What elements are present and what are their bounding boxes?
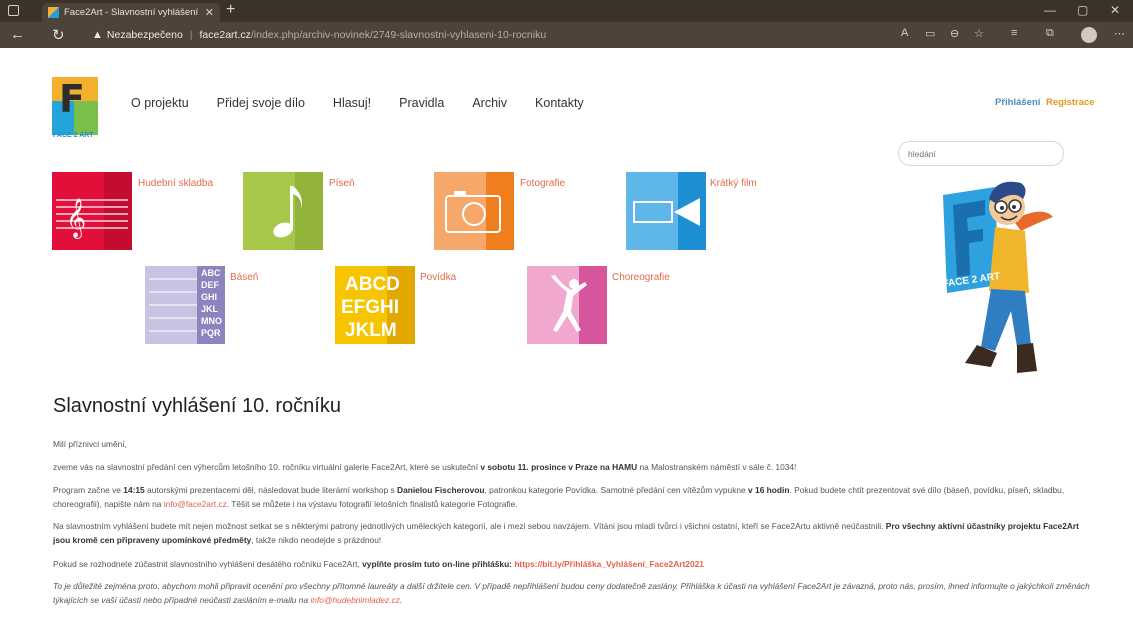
text: Pokud se rozhodnete zúčastnit slavnostní… — [53, 559, 363, 569]
main-menu: O projektu Přidej svoje dílo Hlasuj! Pra… — [131, 96, 612, 110]
tile-letters: ABCD — [345, 274, 400, 295]
email-link[interactable]: info@face2art.cz — [164, 499, 227, 509]
menu-item-pridej[interactable]: Přidej svoje dílo — [217, 96, 305, 110]
search-input[interactable] — [898, 141, 1064, 166]
highlight-text: vyplňte prosím tuto on-line přihlášku: — [362, 559, 512, 569]
category-label: Hudební skladba — [138, 178, 214, 189]
tile-letters: JKLM — [345, 320, 397, 341]
tab-close-icon[interactable]: ✕ — [205, 6, 214, 19]
logo-text: FACE 2 ART — [53, 132, 94, 139]
text: autorskými prezentacemi děl, následovat … — [144, 485, 398, 495]
zoom-icon[interactable]: ⊖ — [950, 27, 959, 40]
text: na Malostranském náměstí v sále č. 1034! — [637, 462, 797, 472]
email-link[interactable]: info@hudebnimladez.cz — [310, 595, 400, 605]
register-link[interactable]: Registrace — [1046, 97, 1095, 108]
article-paragraph-4: Pokud se rozhodnete zúčastnit slavnostní… — [53, 557, 1098, 571]
alphabet-icon: ABCD EFGHI JKLM — [335, 266, 415, 344]
text: Na slavnostním vyhlášení budete mít neje… — [53, 521, 886, 531]
event-date: v sobotu 11. prosince v Praze na HAMU — [480, 462, 638, 472]
security-label: Nezabezpečeno — [106, 29, 183, 41]
text: , takže nikdo neodejde s prázdnou! — [251, 535, 382, 545]
category-label: Choreografie — [612, 272, 670, 283]
music-note-icon — [243, 172, 323, 250]
article-paragraph-1: zveme vás na slavnostní předání cen výhe… — [53, 460, 1098, 474]
text: Program začne ve — [53, 485, 124, 495]
music-score-icon: 𝄞 — [52, 172, 132, 250]
tile-letters: ABC — [201, 268, 221, 278]
patron-name: Danielou Fischerovou — [397, 485, 485, 495]
favorites-icon[interactable]: ≡ — [1011, 27, 1017, 39]
minimize-icon[interactable]: — — [1044, 3, 1056, 17]
favicon-icon — [48, 7, 59, 18]
restore-icon[interactable]: ▢ — [1077, 3, 1088, 17]
favorite-add-icon[interactable]: ☆ — [974, 27, 984, 40]
article-paragraph-3: Na slavnostním vyhlášení budete mít neje… — [53, 519, 1098, 547]
menu-item-kontakty[interactable]: Kontakty — [535, 96, 584, 110]
url-domain: face2art.cz — [199, 29, 251, 41]
category-label: Povídka — [420, 272, 457, 283]
category-label: Báseň — [230, 272, 259, 283]
svg-text:𝄞: 𝄞 — [66, 198, 86, 239]
menu-item-o-projektu[interactable]: O projektu — [131, 96, 189, 110]
ceremony-time: v 16 hodin — [748, 485, 790, 495]
article-paragraph-2: Program začne ve 14:15 autorskými prezen… — [53, 483, 1098, 511]
tile-letters: EFGHI — [341, 297, 399, 318]
video-camera-icon — [626, 172, 706, 250]
back-icon[interactable]: ← — [10, 26, 25, 43]
login-link[interactable]: Přihlášení — [995, 97, 1040, 108]
text: To je důležité zejména proto, abychom mo… — [53, 581, 1090, 605]
profile-avatar[interactable] — [1081, 27, 1097, 43]
menu-item-pravidla[interactable]: Pravidla — [399, 96, 444, 110]
warning-icon: ▲ — [92, 29, 103, 41]
article-title: Slavnostní vyhlášení 10. ročníku — [53, 395, 341, 417]
window-close-icon[interactable]: ✕ — [1110, 3, 1120, 17]
tile-letters: JKL — [201, 304, 219, 314]
site-logo[interactable]: F FACE 2 ART — [52, 77, 98, 141]
text: . — [399, 595, 403, 605]
tab-title: Face2Art - Slavnostní vyhlášení 1 — [64, 7, 201, 18]
article-greeting: Milí příznivci umění, — [53, 439, 127, 449]
browser-tab[interactable]: Face2Art - Slavnostní vyhlášení 1 ✕ — [42, 3, 220, 22]
text: zveme vás na slavnostní předání cen výhe… — [53, 462, 481, 472]
camera-icon — [434, 172, 514, 250]
tile-letters: DEF — [201, 280, 220, 290]
immersive-reader-icon[interactable]: ▭ — [925, 27, 935, 40]
read-aloud-icon[interactable]: A — [901, 27, 908, 39]
text: . Těšit se můžete i na výstavu fotografi… — [226, 499, 518, 509]
face2art-mascot-illustration: FACE 2 ART — [942, 181, 1053, 373]
category-label: Fotografie — [520, 178, 566, 189]
url-separator: | — [189, 29, 193, 41]
tile-letters: GHI — [201, 292, 217, 302]
dancer-icon — [527, 266, 607, 344]
registration-link[interactable]: https://bit.ly/Přihláška_Vyhlášení_Face2… — [514, 559, 704, 569]
text: , patronkou kategorie Povídka. Samotné p… — [484, 485, 749, 495]
article-paragraph-5: To je důležité zejména proto, abychom mo… — [53, 579, 1098, 607]
letters-list-icon: ABC DEF GHI JKL MNO PQR — [145, 266, 225, 344]
address-bar: ← ↻ ▲ Nezabezpečeno | face2art.cz /index… — [0, 22, 1133, 48]
menu-item-archiv[interactable]: Archiv — [472, 96, 507, 110]
tile-letters: PQR — [201, 328, 221, 338]
tile-letters: MNO — [201, 316, 222, 326]
browser-tab-bar: Face2Art - Slavnostní vyhlášení 1 ✕ + — … — [0, 0, 1133, 22]
url-field[interactable]: ▲ Nezabezpečeno | face2art.cz /index.php… — [92, 27, 546, 43]
start-time: 14:15 — [123, 485, 145, 495]
collections-icon[interactable]: ⧉ — [1046, 27, 1054, 40]
category-label: Píseň — [329, 178, 355, 189]
menu-item-hlasuj[interactable]: Hlasuj! — [333, 96, 371, 110]
category-label: Krátký film — [710, 178, 757, 189]
tab-actions-icon[interactable] — [8, 5, 19, 16]
url-path: /index.php/archiv-novinek/2749-slavnostn… — [250, 29, 547, 41]
more-icon[interactable]: ⋯ — [1114, 27, 1125, 40]
new-tab-icon[interactable]: + — [226, 1, 235, 19]
logo-mark: F — [59, 77, 85, 121]
refresh-icon[interactable]: ↻ — [52, 26, 65, 44]
